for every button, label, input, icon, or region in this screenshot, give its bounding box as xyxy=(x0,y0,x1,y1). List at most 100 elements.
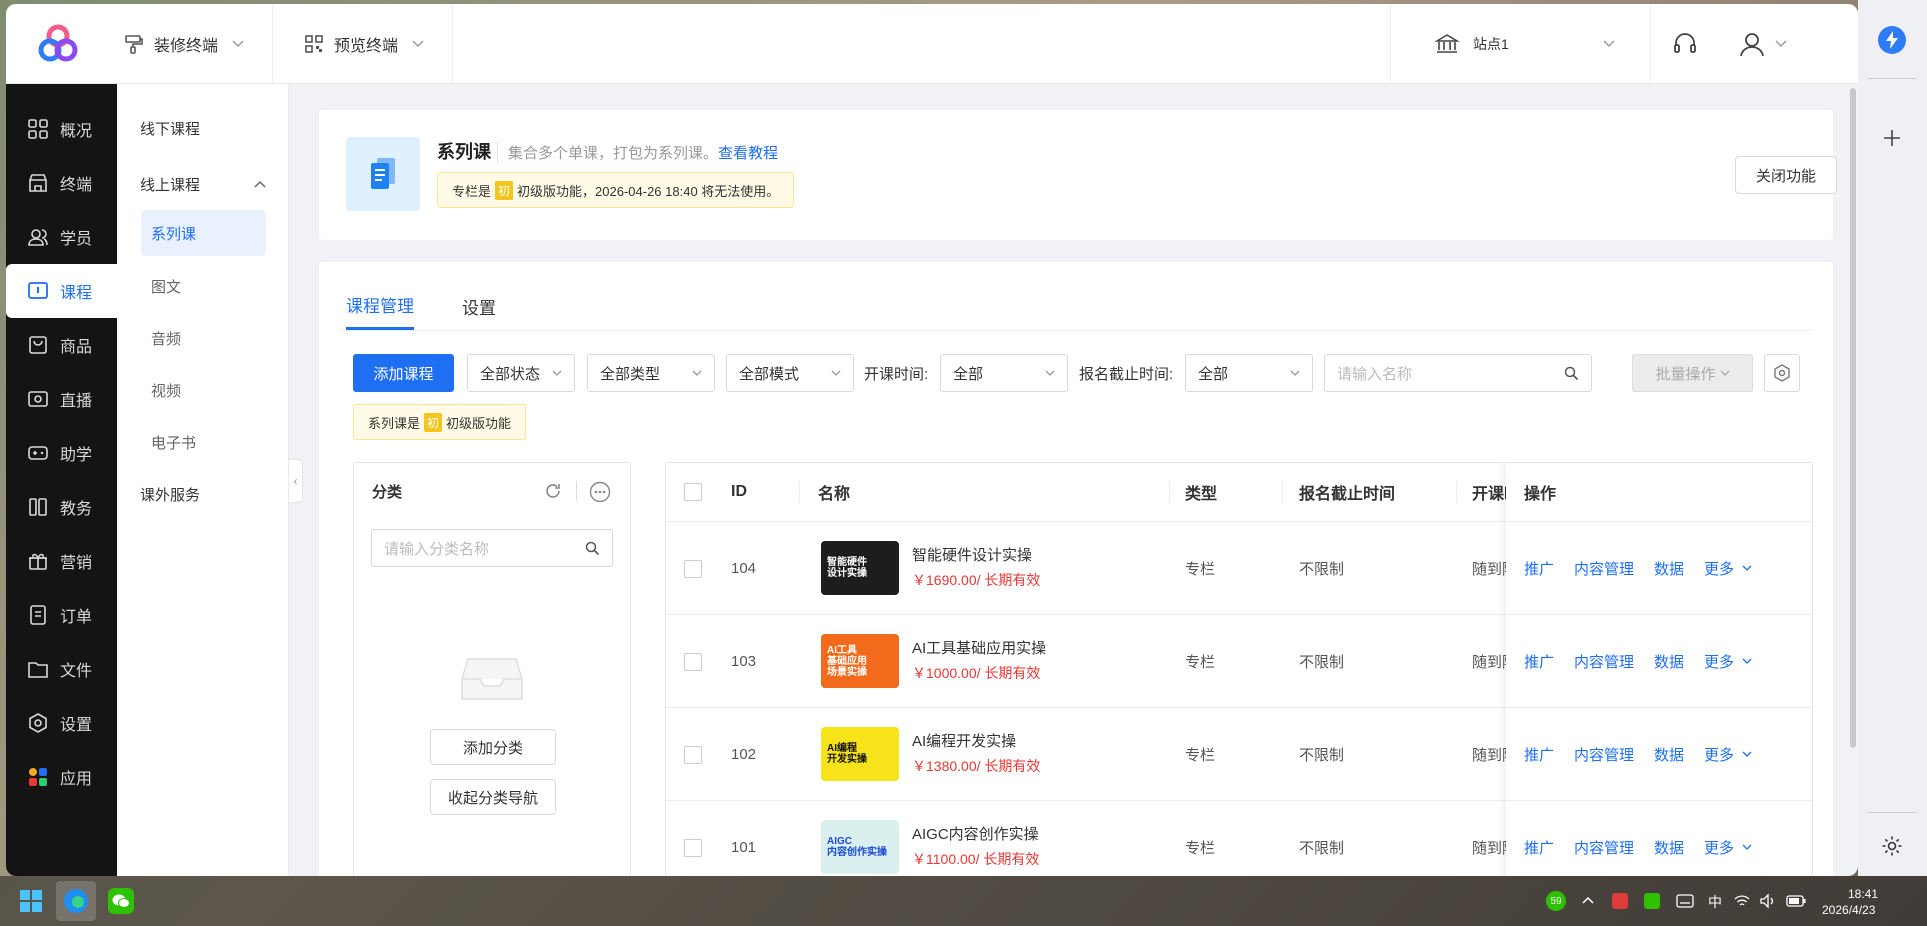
subnav-audio[interactable]: 音频 xyxy=(117,312,288,364)
mode-select[interactable]: 全部模式 xyxy=(726,354,854,392)
site-selector[interactable]: 站点1 xyxy=(1390,4,1650,84)
subnav-video[interactable]: 视频 xyxy=(117,364,288,416)
windows-start-icon[interactable] xyxy=(20,890,42,912)
temperature-badge[interactable]: 59 xyxy=(1546,891,1566,911)
close-feature-button[interactable]: 关闭功能 xyxy=(1735,156,1837,194)
row-checkbox[interactable] xyxy=(684,745,702,764)
nav-item-orders[interactable]: 订单 xyxy=(6,588,117,642)
app-logo[interactable] xyxy=(20,4,96,84)
support-button[interactable] xyxy=(1650,4,1718,84)
data-link[interactable]: 数据 xyxy=(1654,744,1684,765)
content-manage-link[interactable]: 内容管理 xyxy=(1574,837,1634,858)
nav-item-students[interactable]: 学员 xyxy=(6,210,117,264)
keyboard-icon[interactable] xyxy=(1676,894,1694,908)
clock-time[interactable]: 18:41 xyxy=(1848,887,1878,901)
user-menu[interactable] xyxy=(1718,4,1808,84)
category-search-input[interactable]: 请输入分类名称 xyxy=(371,529,613,567)
nav-item-live[interactable]: 直播 xyxy=(6,372,117,426)
row-deadline: 不限制 xyxy=(1299,561,1345,578)
search-icon[interactable] xyxy=(585,541,600,556)
row-checkbox[interactable] xyxy=(684,652,702,671)
data-link[interactable]: 数据 xyxy=(1654,651,1684,672)
name-search-input[interactable]: 请输入名称 xyxy=(1324,354,1592,392)
divider xyxy=(799,481,800,503)
data-link[interactable]: 数据 xyxy=(1654,837,1684,858)
add-course-button[interactable]: 添加课程 xyxy=(353,354,454,392)
subnav-offline-courses[interactable]: 线下课程 xyxy=(117,102,288,154)
nav-item-courses[interactable]: 课程 xyxy=(6,264,117,318)
course-icon xyxy=(28,282,48,299)
more-link[interactable]: 更多 xyxy=(1704,837,1734,858)
row-ops: 推广 内容管理 数据 更多 xyxy=(1506,614,1812,707)
preview-terminal-menu[interactable]: 预览终端 xyxy=(276,4,454,84)
subnav-online-courses[interactable]: 线上课程 xyxy=(117,158,288,210)
tray-wechat-icon[interactable] xyxy=(1644,893,1660,909)
content-manage-link[interactable]: 内容管理 xyxy=(1574,651,1634,672)
tab-course-management[interactable]: 课程管理 xyxy=(346,282,414,330)
start-time-select[interactable]: 全部 xyxy=(940,354,1068,392)
promote-link[interactable]: 推广 xyxy=(1524,558,1554,579)
nav-item-settings[interactable]: 设置 xyxy=(6,696,117,750)
nav-item-apps[interactable]: 应用 xyxy=(6,750,117,804)
chevron-down-icon[interactable] xyxy=(1742,751,1752,757)
app-window: 装修终端 预览终端 站点1 概况 终端 学员 课程 商品 直播 助学 教务 营销… xyxy=(6,4,1858,876)
add-icon[interactable] xyxy=(1882,128,1902,148)
tutorial-link[interactable]: 查看教程 xyxy=(718,145,778,162)
deadline-select[interactable]: 全部 xyxy=(1185,354,1313,392)
content-manage-link[interactable]: 内容管理 xyxy=(1574,558,1634,579)
edge-app-icon[interactable] xyxy=(56,881,96,921)
course-name[interactable]: AIGC内容创作实操 xyxy=(912,823,1039,844)
more-options-icon[interactable] xyxy=(589,481,611,503)
wechat-app-icon[interactable] xyxy=(108,888,134,914)
subnav-graphic-text[interactable]: 图文 xyxy=(117,260,288,312)
tab-settings[interactable]: 设置 xyxy=(462,282,496,330)
content-manage-link[interactable]: 内容管理 xyxy=(1574,744,1634,765)
select-all-checkbox[interactable] xyxy=(684,483,702,501)
course-name[interactable]: AI工具基础应用实操 xyxy=(912,637,1046,658)
promote-link[interactable]: 推广 xyxy=(1524,651,1554,672)
batch-actions-button[interactable]: 批量操作 xyxy=(1632,354,1753,392)
nav-item-overview[interactable]: 概况 xyxy=(6,102,117,156)
nav-item-files[interactable]: 文件 xyxy=(6,642,117,696)
promote-link[interactable]: 推广 xyxy=(1524,744,1554,765)
nav-item-terminal[interactable]: 终端 xyxy=(6,156,117,210)
promote-link[interactable]: 推广 xyxy=(1524,837,1554,858)
course-name[interactable]: AI编程开发实操 xyxy=(912,730,1016,751)
add-category-button[interactable]: 添加分类 xyxy=(430,729,556,765)
chevron-down-icon[interactable] xyxy=(1742,658,1752,664)
row-checkbox[interactable] xyxy=(684,559,702,578)
nav-item-academic[interactable]: 教务 xyxy=(6,480,117,534)
settings-gear-icon[interactable] xyxy=(1881,835,1903,857)
nav-item-assist[interactable]: 助学 xyxy=(6,426,117,480)
more-link[interactable]: 更多 xyxy=(1704,651,1734,672)
nav-item-marketing[interactable]: 营销 xyxy=(6,534,117,588)
course-name[interactable]: 智能硬件设计实操 xyxy=(912,544,1032,565)
subnav-extra-services[interactable]: 课外服务 xyxy=(117,468,288,520)
column-settings-button[interactable] xyxy=(1764,354,1800,392)
chevron-up-icon[interactable] xyxy=(1582,896,1594,904)
search-icon[interactable] xyxy=(1564,366,1579,381)
type-select[interactable]: 全部类型 xyxy=(587,354,715,392)
subnav-ebook[interactable]: 电子书 xyxy=(117,416,288,468)
decorate-terminal-menu[interactable]: 装修终端 xyxy=(96,4,274,84)
nav-item-products[interactable]: 商品 xyxy=(6,318,117,372)
page-scrollbar[interactable] xyxy=(1850,88,1856,748)
chevron-down-icon[interactable] xyxy=(1742,844,1752,850)
chevron-down-icon xyxy=(1720,370,1729,376)
refresh-icon[interactable] xyxy=(544,482,562,500)
data-link[interactable]: 数据 xyxy=(1654,558,1684,579)
lightning-icon[interactable] xyxy=(1878,26,1906,54)
volume-icon[interactable] xyxy=(1760,893,1776,909)
more-link[interactable]: 更多 xyxy=(1704,744,1734,765)
status-select[interactable]: 全部状态 xyxy=(467,354,575,392)
ime-indicator[interactable]: 中 xyxy=(1708,892,1722,912)
battery-icon[interactable] xyxy=(1786,894,1806,908)
row-checkbox[interactable] xyxy=(684,838,702,857)
more-link[interactable]: 更多 xyxy=(1704,558,1734,579)
collapse-category-nav-button[interactable]: 收起分类导航 xyxy=(430,779,556,815)
clock-date[interactable]: 2026/4/23 xyxy=(1822,903,1875,917)
wifi-icon[interactable] xyxy=(1734,893,1750,909)
subnav-series-courses[interactable]: 系列课 xyxy=(141,210,266,256)
chevron-down-icon[interactable] xyxy=(1742,565,1752,571)
tray-app-icon[interactable] xyxy=(1612,893,1628,909)
